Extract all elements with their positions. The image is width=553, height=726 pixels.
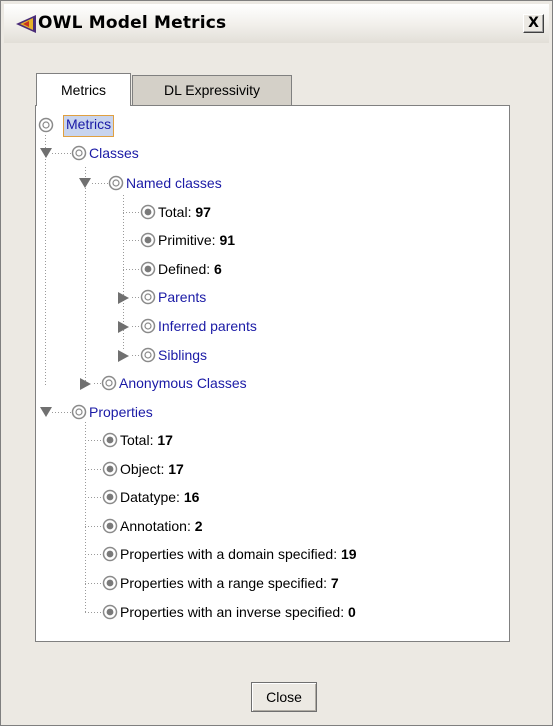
- tree-node-parents[interactable]: Parents: [158, 286, 206, 308]
- tree-node-datatype[interactable]: Datatype: 16: [120, 486, 199, 508]
- circle-node-icon: [140, 204, 156, 220]
- circle-node-icon: [38, 117, 54, 133]
- tree-node-annotation[interactable]: Annotation: 2: [120, 515, 203, 537]
- tree-node-inverse-specified[interactable]: Properties with an inverse specified: 0: [120, 601, 356, 623]
- tree-node-siblings[interactable]: Siblings: [158, 344, 207, 366]
- circle-node-icon: [140, 232, 156, 248]
- circle-node-icon: [108, 175, 124, 191]
- tree-node-object[interactable]: Object: 17: [120, 458, 184, 480]
- tree-node-range-specified[interactable]: Properties with a range specified: 7: [120, 572, 339, 594]
- tree-node-classes[interactable]: Classes: [89, 142, 139, 164]
- tab-metrics[interactable]: Metrics: [36, 73, 131, 106]
- owl-model-metrics-window: OWL Model Metrics X Metrics DL Expressiv…: [0, 0, 553, 726]
- circle-node-icon: [71, 404, 87, 420]
- window-close-button[interactable]: X: [523, 14, 544, 33]
- circle-node-icon: [102, 432, 118, 448]
- circle-node-icon: [140, 289, 156, 305]
- tree-node-total-properties[interactable]: Total: 17: [120, 429, 173, 451]
- tree-node-primitive[interactable]: Primitive: 91: [158, 229, 235, 251]
- tree-node-inferred-parents[interactable]: Inferred parents: [158, 315, 257, 337]
- owl-logo-icon: [16, 15, 36, 33]
- tab-dl-expressivity[interactable]: DL Expressivity: [132, 75, 292, 105]
- tree-node-domain-specified[interactable]: Properties with a domain specified: 19: [120, 543, 357, 565]
- circle-node-icon: [102, 546, 118, 562]
- circle-node-icon: [71, 145, 87, 161]
- tree-node-total-classes[interactable]: Total: 97: [158, 201, 211, 223]
- circle-node-icon: [102, 461, 118, 477]
- tree-node-properties[interactable]: Properties: [89, 401, 153, 423]
- close-button[interactable]: Close: [251, 682, 317, 712]
- tree-node-named-classes[interactable]: Named classes: [126, 172, 222, 194]
- tree-node-defined[interactable]: Defined: 6: [158, 258, 222, 280]
- tree-root-metrics[interactable]: Metrics: [63, 115, 115, 137]
- circle-node-icon: [102, 604, 118, 620]
- tree-node-anonymous-classes[interactable]: Anonymous Classes: [119, 372, 247, 394]
- window-title: OWL Model Metrics: [38, 13, 227, 33]
- circle-node-icon: [140, 347, 156, 363]
- circle-node-icon: [102, 575, 118, 591]
- circle-node-icon: [140, 318, 156, 334]
- circle-node-icon: [101, 375, 117, 391]
- circle-node-icon: [102, 489, 118, 505]
- title-bar[interactable]: OWL Model Metrics X: [4, 4, 549, 43]
- metrics-tree-panel: Metrics Classes Named classes Total: 97 …: [35, 105, 510, 642]
- circle-node-icon: [102, 518, 118, 534]
- circle-node-icon: [140, 261, 156, 277]
